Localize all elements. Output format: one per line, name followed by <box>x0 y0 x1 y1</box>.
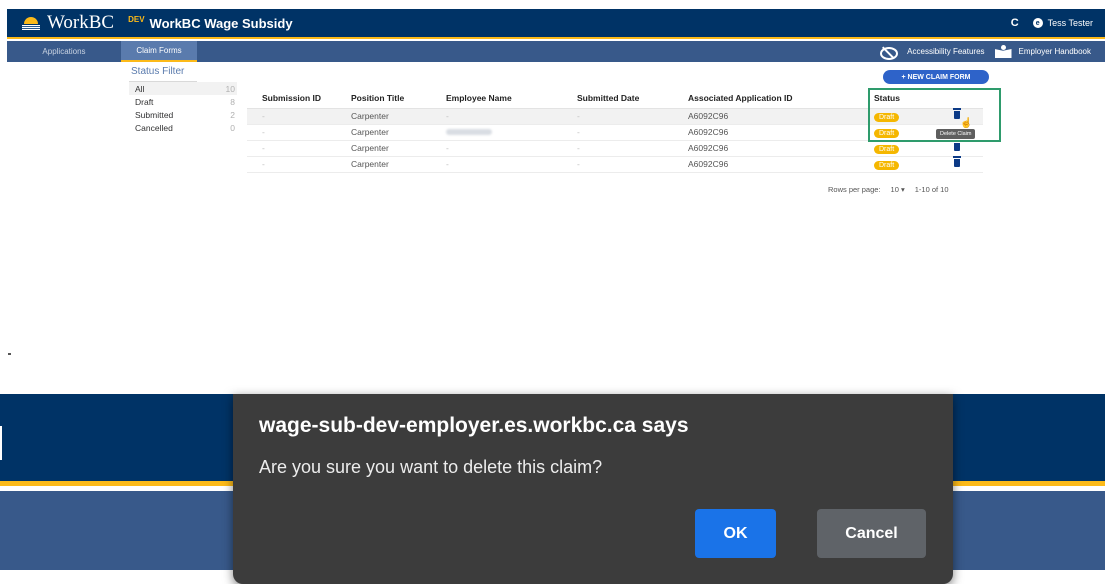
filter-label: All <box>135 83 145 94</box>
rows-per-page-label: Rows per page: <box>828 185 881 194</box>
filter-item-all[interactable]: All 10 <box>129 82 237 95</box>
filter-count: 2 <box>230 109 235 120</box>
env-badge: DEV <box>128 14 145 24</box>
table-row[interactable]: - Carpenter - - A6092C96 Draft <box>247 139 983 157</box>
employer-handbook-link[interactable]: Employer Handbook <box>1019 47 1091 56</box>
column-position-title[interactable]: Position Title <box>350 88 445 109</box>
filter-item-draft[interactable]: Draft 8 <box>129 95 237 108</box>
cell-submitted-date: - <box>576 108 687 125</box>
app-title: WorkBC Wage Subsidy <box>149 15 293 31</box>
pagination: Rows per page: 10 ▾ 1-10 of 10 <box>828 185 949 194</box>
dialog-origin: wage-sub-dev-employer.es.workbc.ca says <box>259 414 689 437</box>
trash-icon[interactable] <box>952 139 961 151</box>
nav-links: Accessibility Features Employer Handbook <box>878 45 1091 60</box>
trash-icon[interactable] <box>952 155 961 167</box>
cell-application-id: A6092C96 <box>687 108 869 125</box>
tab-claim-forms[interactable]: Claim Forms <box>121 41 197 62</box>
status-filter: Status Filter All 10 Draft 8 Submitted 2… <box>129 66 237 134</box>
cell-application-id: A6092C96 <box>687 156 869 173</box>
bc-sun-logo-icon <box>21 15 41 31</box>
app-header: WorkBC DEV WorkBC Wage Subsidy C e Tess … <box>7 9 1105 39</box>
cell-position: Carpenter <box>350 156 445 173</box>
cell-position: Carpenter <box>350 124 445 141</box>
refresh-icon[interactable]: C <box>1011 17 1019 29</box>
filter-count: 0 <box>230 122 235 133</box>
dialog-message: Are you sure you want to delete this cla… <box>259 457 603 477</box>
redacted-employee-name <box>446 129 492 135</box>
status-column-highlight <box>868 88 1001 142</box>
filter-label: Draft <box>135 96 154 107</box>
column-submission-id[interactable]: Submission ID <box>247 88 350 109</box>
user-circle-icon[interactable]: e <box>1032 18 1043 28</box>
cell-position: Carpenter <box>350 108 445 125</box>
cell-employee: - <box>445 140 576 157</box>
header-actions: C e Tess Tester <box>1011 17 1093 29</box>
cell-submission-id: - <box>247 124 350 141</box>
cell-submission-id: - <box>247 108 350 125</box>
reader-book-icon <box>995 45 1013 58</box>
logo-text: WorkBC <box>47 12 115 33</box>
status-badge: Draft <box>874 160 900 170</box>
confirm-dialog: wage-sub-dev-employer.es.workbc.ca says … <box>233 394 953 584</box>
status-filter-title: Status Filter <box>129 66 197 82</box>
new-claim-form-button[interactable]: + NEW CLAIM FORM <box>883 70 989 84</box>
column-submitted-date[interactable]: Submitted Date <box>576 88 687 109</box>
cell-application-id: A6092C96 <box>687 140 869 157</box>
cancel-button[interactable]: Cancel <box>817 509 926 558</box>
cell-employee: - <box>445 108 576 125</box>
cell-submission-id: - <box>247 140 350 157</box>
filter-label: Submitted <box>135 109 174 120</box>
cell-position: Carpenter <box>350 140 445 157</box>
filter-label: Cancelled <box>135 122 173 133</box>
stray-mark <box>8 353 11 355</box>
table-row[interactable]: - Carpenter - - A6092C96 Draft <box>247 155 983 173</box>
eye-slash-icon <box>878 46 899 60</box>
cell-application-id: A6092C96 <box>687 124 869 141</box>
page-range: 1-10 of 10 <box>914 185 949 194</box>
filter-item-submitted[interactable]: Submitted 2 <box>129 108 237 121</box>
cell-submitted-date: - <box>576 140 687 157</box>
main-nav: Applications Claim Forms Accessibility F… <box>7 41 1105 62</box>
cell-status: Draft <box>869 155 983 173</box>
delete-claim-tooltip: Delete Claim <box>936 129 976 139</box>
status-badge: Draft <box>874 144 900 154</box>
accessibility-features-link[interactable]: Accessibility Features <box>907 47 984 56</box>
column-application-id[interactable]: Associated Application ID <box>687 88 869 109</box>
hand-pointer-icon: ☝ <box>960 118 973 129</box>
zoomed-header-edge <box>0 426 2 460</box>
tab-applications[interactable]: Applications <box>7 41 121 62</box>
filter-item-cancelled[interactable]: Cancelled 0 <box>129 121 237 134</box>
user-name[interactable]: Tess Tester <box>1048 18 1093 28</box>
workbc-logo[interactable]: WorkBC <box>21 12 114 34</box>
cell-submitted-date: - <box>576 124 687 141</box>
filter-count: 8 <box>230 96 235 107</box>
column-employee-name[interactable]: Employee Name <box>445 88 576 109</box>
ok-button[interactable]: OK <box>695 509 776 558</box>
cell-employee: - <box>445 156 576 173</box>
cell-employee <box>445 124 576 141</box>
cell-submitted-date: - <box>576 156 687 173</box>
rows-per-page-select[interactable]: 10 ▾ <box>891 185 905 194</box>
filter-count: 10 <box>225 83 235 94</box>
cell-status: Draft <box>869 139 983 157</box>
cell-submission-id: - <box>247 156 350 173</box>
